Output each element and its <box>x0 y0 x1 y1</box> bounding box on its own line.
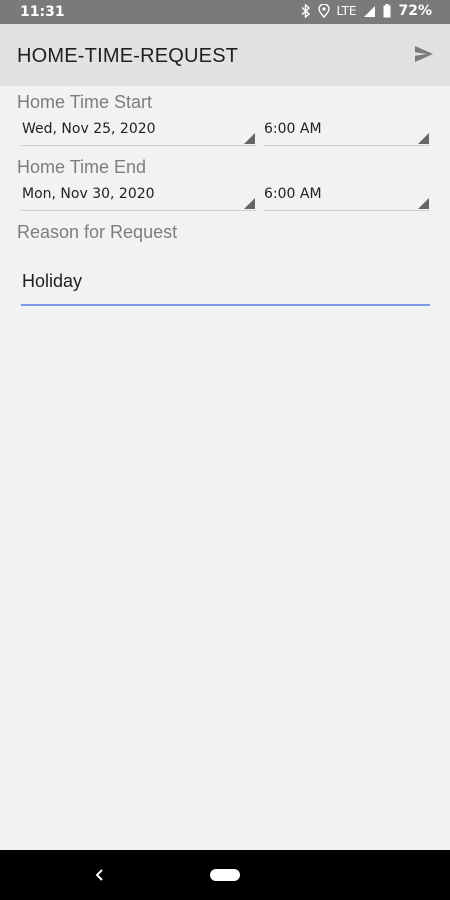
status-bar: 11:31 LTE 72% <box>0 0 450 24</box>
end-date-picker[interactable]: Mon, Nov 30, 2020 <box>21 179 256 211</box>
navigation-bar <box>0 850 450 900</box>
back-button[interactable] <box>90 865 110 885</box>
send-button[interactable] <box>412 42 436 66</box>
start-time-value: 6:00 AM <box>264 121 322 137</box>
end-date-value: Mon, Nov 30, 2020 <box>22 186 155 202</box>
start-date-picker[interactable]: Wed, Nov 25, 2020 <box>21 114 256 146</box>
start-date-value: Wed, Nov 25, 2020 <box>22 121 156 137</box>
signal-icon <box>363 5 376 18</box>
reason-label: Reason for Request <box>17 222 178 242</box>
dropdown-corner-icon <box>418 198 429 209</box>
dropdown-corner-icon <box>244 198 255 209</box>
end-time-value: 6:00 AM <box>264 186 322 202</box>
reason-input[interactable] <box>21 258 430 306</box>
app-bar: HOME-TIME-REQUEST <box>0 24 450 86</box>
home-time-start-label: Home Time Start <box>17 92 153 112</box>
network-type: LTE <box>336 4 357 18</box>
home-pill-icon[interactable] <box>210 869 240 881</box>
status-time: 11:31 <box>20 4 65 20</box>
dropdown-corner-icon <box>244 133 255 144</box>
send-icon <box>415 46 433 62</box>
end-time-picker[interactable]: 6:00 AM <box>263 179 430 211</box>
dropdown-corner-icon <box>418 133 429 144</box>
location-icon <box>317 4 330 18</box>
status-icons: LTE 72% <box>301 3 432 19</box>
start-time-picker[interactable]: 6:00 AM <box>263 114 430 146</box>
battery-icon <box>383 4 391 18</box>
bluetooth-icon <box>301 4 311 18</box>
back-icon <box>95 869 103 881</box>
home-time-end-label: Home Time End <box>17 157 147 177</box>
page-title: HOME-TIME-REQUEST <box>17 45 239 67</box>
battery-percentage: 72% <box>398 3 432 19</box>
